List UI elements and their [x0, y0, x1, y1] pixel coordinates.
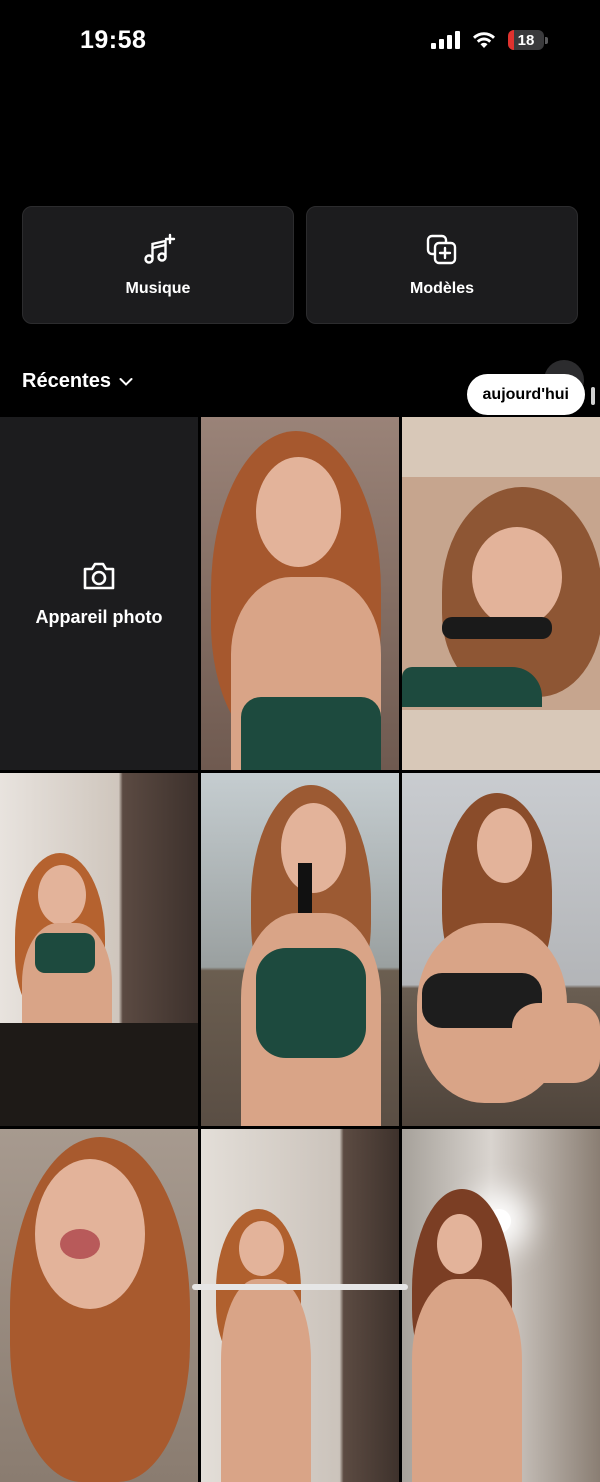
status-time: 19:58: [80, 26, 147, 54]
music-button[interactable]: Musique: [22, 206, 294, 324]
camera-label: Appareil photo: [35, 607, 163, 627]
shortcut-cards: Musique Modèles: [22, 206, 578, 324]
wifi-icon: [473, 32, 495, 48]
templates-add-icon: [426, 234, 457, 265]
templates-label: Modèles: [409, 280, 474, 297]
templates-button[interactable]: Modèles: [306, 206, 578, 324]
date-badge: aujourd'hui: [466, 374, 585, 415]
recents-header: Récentes aujourd'hui: [0, 360, 600, 416]
media-thumbnail[interactable]: [402, 1129, 600, 1482]
media-thumbnail[interactable]: [402, 417, 600, 770]
status-bar: 19:58 18: [0, 0, 600, 80]
music-note-add-icon: [144, 233, 176, 264]
home-indicator[interactable]: [192, 1284, 408, 1290]
album-title: Récentes: [22, 370, 111, 392]
battery-icon: 18: [508, 30, 548, 50]
music-label: Musique: [125, 280, 191, 297]
scrollbar[interactable]: [591, 387, 595, 405]
cellular-signal-icon: [431, 31, 460, 49]
battery-level: 18: [517, 31, 535, 49]
album-selector[interactable]: Récentes: [22, 370, 133, 393]
media-thumbnail[interactable]: [0, 1129, 198, 1482]
camera-tile[interactable]: Appareil photo: [0, 417, 198, 770]
media-thumbnail[interactable]: [201, 1129, 399, 1482]
camera-icon: [83, 562, 115, 590]
media-thumbnail[interactable]: [201, 417, 399, 770]
media-thumbnail[interactable]: [0, 773, 198, 1126]
media-thumbnail[interactable]: [201, 773, 399, 1126]
media-grid: Appareil photo: [0, 417, 600, 1482]
media-thumbnail[interactable]: [402, 773, 600, 1126]
status-icons: 18: [431, 30, 548, 50]
chevron-down-icon: [119, 377, 133, 386]
